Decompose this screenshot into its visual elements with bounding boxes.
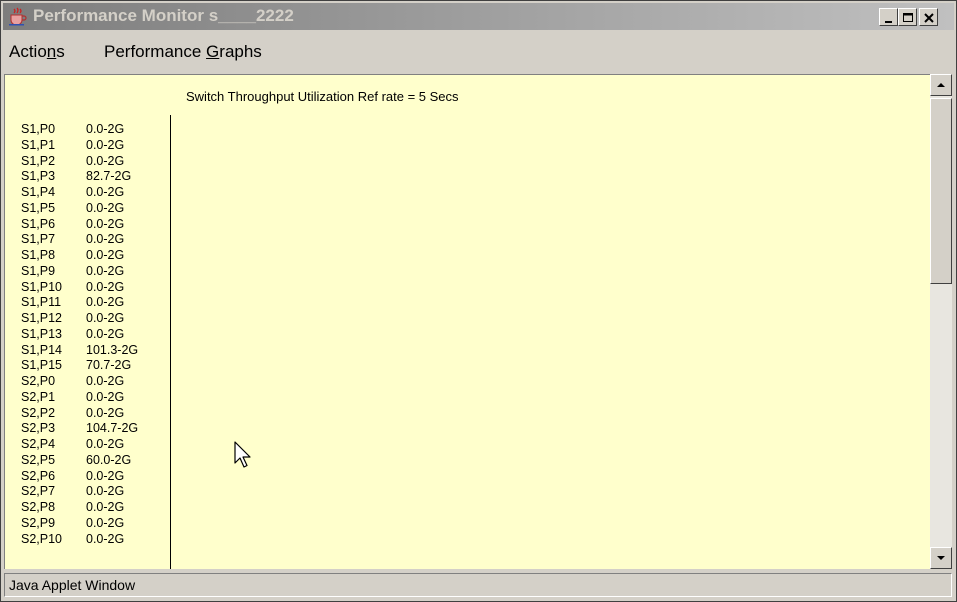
port-value: 0.0-2G [86,153,125,168]
port-name: S1,P12 [21,311,63,325]
port-value: 0.0-2G [86,248,125,262]
port-name: S1,P3 [21,169,56,184]
port-value: 0.0-2G [86,468,125,483]
port-value: 0.0-2G [86,311,125,325]
port-name: S2,P6 [21,468,56,483]
port-value: 0.0-2G [86,374,125,388]
port-name: S2,P4 [21,437,56,451]
port-name: S2,P1 [21,389,56,404]
port-value: 0.0-2G [86,515,125,530]
menu-graphs-mnemonic: G [206,42,220,61]
close-button[interactable] [919,8,938,26]
port-value: 0.0-2G [86,200,125,215]
close-icon [924,13,934,23]
chart-title: Switch Throughput Utilization Ref rate =… [186,89,459,104]
port-value: 0.0-2G [86,216,125,231]
port-name: S2,P10 [21,531,63,546]
menu-performance-graphs[interactable]: Performance Graphs [104,41,262,63]
port-name: S1,P0 [21,122,56,136]
port-name: S1,P10 [21,279,63,294]
menu-bar: Actions Performance Graphs [3,35,954,69]
port-name: S1,P8 [21,248,56,262]
port-value: 0.0-2G [86,122,125,136]
port-value: 0.0-2G [86,405,125,420]
window-title: Performance Monitor s____2222 [33,6,294,25]
port-name: S2,P5 [21,452,56,467]
port-name: S1,P2 [21,153,56,168]
port-name: S1,P14 [21,342,63,357]
scroll-up-arrow-icon [937,83,945,87]
port-value: 0.0-2G [86,279,125,294]
status-bar: Java Applet Window [4,573,952,597]
port-value: 0.0-2G [86,437,125,451]
maximize-button[interactable] [898,8,917,26]
port-name: S1,P15 [21,358,63,373]
scroll-down-button[interactable] [930,547,952,569]
port-name: S1,P9 [21,263,56,278]
port-value: 0.0-2G [86,295,125,310]
scroll-thumb[interactable] [930,98,952,284]
minimize-icon [885,21,892,23]
menu-actions-mnemonic: n [46,42,57,61]
vertical-scrollbar[interactable] [930,74,952,569]
port-value: 0.0-2G [86,484,125,499]
graph-panel: Switch Throughput Utilization Ref rate =… [4,74,930,569]
port-value: 60.0-2G [86,452,132,467]
menu-actions[interactable]: Actions [9,41,65,63]
port-name: S1,P13 [21,326,63,341]
port-name: S2,P7 [21,484,56,499]
port-name: S1,P6 [21,216,56,231]
port-value: 82.7-2G [86,169,132,184]
scroll-down-arrow-icon [937,556,945,560]
port-value: 0.0-2G [86,500,125,514]
port-value: 0.0-2G [86,185,125,199]
port-name: S1,P1 [21,137,56,152]
port-name: S1,P5 [21,200,56,215]
app-window: Performance Monitor s____2222 Actions Pe… [0,0,957,602]
port-name: S2,P9 [21,515,56,530]
axis-divider [170,115,171,569]
menu-graphs-label-start: Performance [104,42,207,61]
port-value: 101.3-2G [86,342,139,357]
java-coffee-cup-icon[interactable] [7,7,27,26]
port-name: S2,P2 [21,405,56,420]
port-name: S2,P8 [21,500,56,514]
port-name: S2,P0 [21,374,56,388]
port-value: 104.7-2G [86,421,139,436]
port-name: S2,P3 [21,421,56,436]
port-name: S1,P11 [21,295,62,310]
mouse-pointer-icon [234,441,251,468]
menu-graphs-label-end: raphs [219,42,262,61]
port-name: S1,P4 [21,185,56,199]
port-value: 0.0-2G [86,389,125,404]
port-name: S1,P7 [21,232,56,247]
maximize-icon [903,13,913,22]
scroll-up-button[interactable] [930,74,952,96]
port-value: 0.0-2G [86,326,125,341]
port-value: 70.7-2G [86,358,132,373]
title-bar[interactable]: Performance Monitor s____2222 [3,3,954,30]
port-value: 0.0-2G [86,137,125,152]
minimize-button[interactable] [879,8,898,26]
port-value: 0.0-2G [86,232,125,247]
menu-actions-label-start: Actio [9,42,47,61]
status-text: Java Applet Window [9,577,136,593]
port-value: 0.0-2G [86,263,125,278]
menu-actions-label-end: s [56,42,65,61]
port-value: 0.0-2G [86,531,125,546]
